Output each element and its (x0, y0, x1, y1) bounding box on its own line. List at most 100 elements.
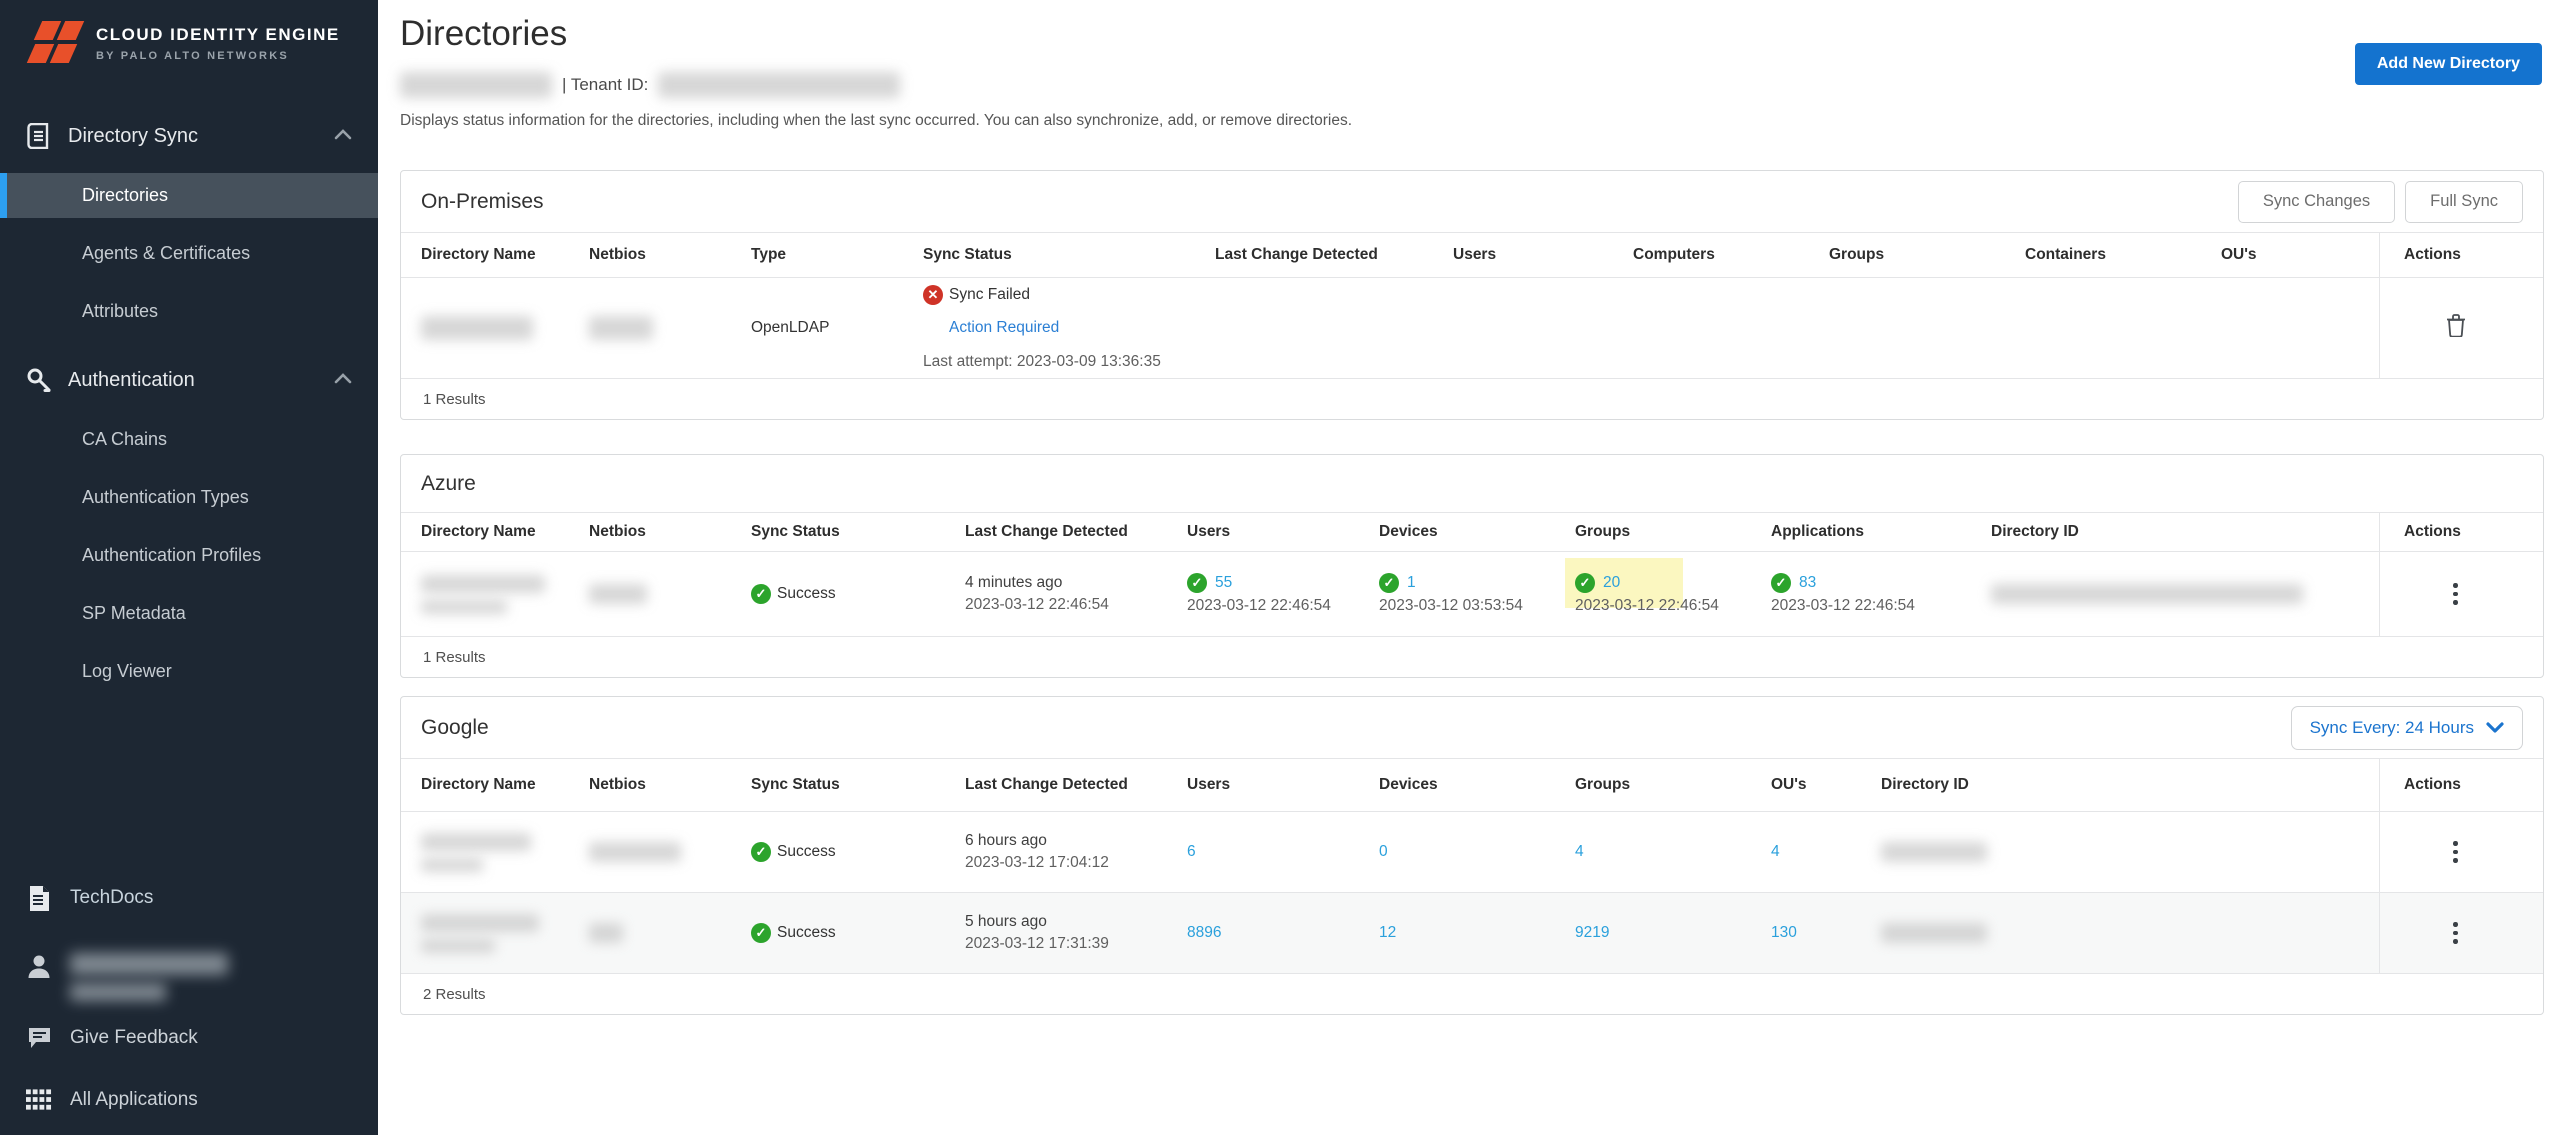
techdocs-label: TechDocs (70, 887, 153, 909)
redacted-netbios (589, 923, 623, 943)
document-icon (26, 885, 52, 912)
azure-applications-count-link[interactable]: 83 (1799, 574, 1816, 592)
sidebar-item-techdocs[interactable]: TechDocs (0, 875, 378, 921)
feedback-bubble-icon (26, 1026, 52, 1050)
netbios-cell (589, 552, 751, 636)
delete-directory-button[interactable] (2446, 314, 2466, 342)
groups-cell-highlighted: ✓ 20 2023-03-12 22:46:54 (1575, 552, 1771, 636)
col-actions: Actions (2379, 233, 2543, 277)
relative-time: 6 hours ago (965, 832, 1175, 850)
sidebar-item-sp-metadata[interactable]: SP Metadata (0, 591, 378, 636)
google-results: 2 Results (401, 974, 2543, 1014)
google-ous-count-link[interactable]: 130 (1771, 924, 1869, 942)
brand-subtitle: BY PALO ALTO NETWORKS (96, 50, 340, 62)
sidebar-item-label: Attributes (82, 301, 158, 322)
sidebar-user[interactable] (0, 947, 378, 1001)
add-new-directory-button[interactable]: Add New Directory (2355, 43, 2542, 85)
sidebar-item-label: SP Metadata (82, 603, 186, 624)
col-netbios: Netbios (589, 759, 751, 811)
col-netbios: Netbios (589, 233, 751, 277)
check-circle-icon: ✓ (1771, 573, 1791, 593)
timestamp: 2023-03-12 17:31:39 (965, 935, 1175, 953)
sync-every-dropdown[interactable]: Sync Every: 24 Hours (2291, 706, 2523, 750)
google-devices-count-link[interactable]: 12 (1379, 924, 1563, 942)
redacted-directory-name (421, 833, 577, 872)
groups-cell: 4 (1575, 812, 1771, 892)
sidebar-item-give-feedback[interactable]: Give Feedback (0, 1015, 378, 1061)
col-ous: OU's (1771, 759, 1881, 811)
row-actions-kebab-button[interactable] (2447, 835, 2464, 869)
palo-alto-logo-icon (26, 18, 82, 68)
timestamp: 2023-03-12 22:46:54 (1575, 597, 1759, 615)
actions-cell (2379, 812, 2543, 892)
sidebar-item-authentication-types[interactable]: Authentication Types (0, 475, 378, 520)
sidebar-item-authentication-profiles[interactable]: Authentication Profiles (0, 533, 378, 578)
check-circle-icon: ✓ (1379, 573, 1399, 593)
timestamp: 2023-03-12 17:04:12 (965, 854, 1175, 872)
redacted-directory-name (421, 914, 577, 953)
action-required-link[interactable]: Action Required (949, 319, 1059, 336)
last-change-cell: 6 hours ago 2023-03-12 17:04:12 (965, 812, 1187, 892)
sidebar-item-label: Agents & Certificates (82, 243, 250, 264)
col-groups: Groups (1575, 759, 1771, 811)
app-root: CLOUD IDENTITY ENGINE BY PALO ALTO NETWO… (0, 0, 2560, 1135)
sync-status-cell: ✓ Success (751, 552, 965, 636)
devices-cell: 0 (1379, 812, 1575, 892)
success-check-icon: ✓ (751, 923, 771, 943)
google-row-2: ✓ Success 5 hours ago 2023-03-12 17:31:3… (401, 893, 2543, 974)
azure-groups-count-link[interactable]: 20 (1603, 574, 1620, 592)
col-directory-name: Directory Name (421, 513, 589, 551)
row-actions-kebab-button[interactable] (2447, 916, 2464, 950)
sidebar-bottom: TechDocs Give Feedback (0, 875, 378, 1135)
last-change-cell (1215, 278, 1453, 378)
azure-users-count-link[interactable]: 55 (1215, 574, 1232, 592)
nav-group-authentication[interactable]: Authentication (0, 356, 378, 404)
redacted-tenant-id (658, 72, 900, 98)
netbios-cell (589, 812, 751, 892)
google-devices-count-link[interactable]: 0 (1379, 843, 1563, 861)
book-icon (26, 123, 52, 149)
col-groups: Groups (1829, 233, 2025, 277)
devices-cell: ✓ 1 2023-03-12 03:53:54 (1379, 552, 1575, 636)
tenant-id-label: | Tenant ID: (562, 75, 648, 95)
google-users-count-link[interactable]: 6 (1187, 843, 1367, 861)
sidebar-item-ca-chains[interactable]: CA Chains (0, 417, 378, 462)
users-cell: 6 (1187, 812, 1379, 892)
google-groups-count-link[interactable]: 4 (1575, 843, 1759, 861)
actions-cell (2379, 552, 2543, 636)
sidebar-item-agents-certificates[interactable]: Agents & Certificates (0, 231, 378, 276)
col-containers: Containers (2025, 233, 2221, 277)
page-title: Directories (400, 14, 2540, 54)
redacted-netbios (589, 316, 653, 340)
full-sync-button[interactable]: Full Sync (2405, 181, 2523, 223)
azure-devices-count-link[interactable]: 1 (1407, 574, 1416, 592)
sidebar-item-directories[interactable]: Directories (0, 173, 378, 218)
google-ous-count-link[interactable]: 4 (1771, 843, 1869, 861)
google-groups-count-link[interactable]: 9219 (1575, 924, 1759, 942)
users-cell: 8896 (1187, 893, 1379, 973)
col-type: Type (751, 233, 923, 277)
tenant-line: | Tenant ID: (400, 70, 2540, 100)
google-users-count-link[interactable]: 8896 (1187, 924, 1367, 942)
redacted-region-name (400, 72, 552, 98)
col-directory-name: Directory Name (421, 759, 589, 811)
all-applications-label: All Applications (70, 1089, 198, 1111)
nav-group-directory-sync[interactable]: Directory Sync (0, 112, 378, 160)
redacted-directory-name (421, 316, 533, 340)
azure-title: Azure (421, 472, 476, 496)
sidebar-item-all-applications[interactable]: All Applications (0, 1077, 378, 1123)
google-table-header: Directory Name Netbios Sync Status Last … (401, 759, 2543, 812)
sync-changes-button[interactable]: Sync Changes (2238, 181, 2395, 223)
last-change-cell: 4 minutes ago 2023-03-12 22:46:54 (965, 552, 1187, 636)
row-actions-kebab-button[interactable] (2447, 577, 2464, 611)
timestamp: 2023-03-12 03:53:54 (1379, 597, 1563, 615)
last-change-cell: 5 hours ago 2023-03-12 17:31:39 (965, 893, 1187, 973)
col-groups: Groups (1575, 513, 1771, 551)
sidebar-item-attributes[interactable]: Attributes (0, 289, 378, 334)
col-actions: Actions (2379, 759, 2543, 811)
col-sync-status: Sync Status (751, 513, 965, 551)
page-description: Displays status information for the dire… (400, 112, 2540, 130)
sidebar-item-log-viewer[interactable]: Log Viewer (0, 649, 378, 694)
users-cell (1453, 278, 1633, 378)
brand-title: CLOUD IDENTITY ENGINE (96, 25, 340, 45)
